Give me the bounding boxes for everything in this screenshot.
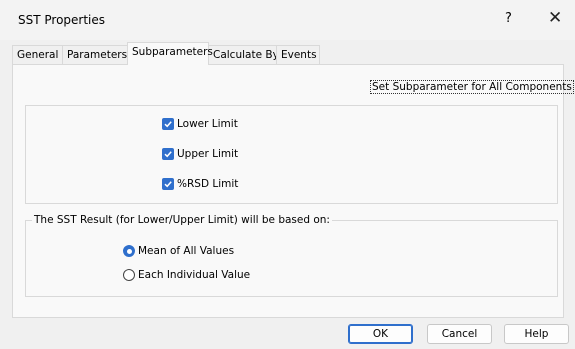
each-individual-value-label: Each Individual Value: [138, 269, 251, 281]
set-all-components-checkbox[interactable]: Set Subparameter for All Components: [370, 80, 575, 94]
each-individual-value-radio[interactable]: Each Individual Value: [123, 269, 250, 281]
ok-button[interactable]: OK: [348, 324, 413, 344]
lower-limit-checkbox[interactable]: Lower Limit: [162, 118, 238, 130]
upper-limit-label: Upper Limit: [177, 148, 239, 160]
sst-result-group: The SST Result (for Lower/Upper Limit) w…: [25, 214, 558, 297]
close-icon[interactable]: ✕: [548, 8, 562, 28]
checkbox-checked-icon: [162, 148, 174, 160]
tab-calculate-by[interactable]: Calculate By: [208, 45, 279, 64]
checkbox-checked-icon: [162, 118, 174, 130]
mean-of-all-values-label: Mean of All Values: [138, 245, 235, 257]
sst-result-group-title: The SST Result (for Lower/Upper Limit) w…: [32, 214, 332, 226]
tab-panel-subparameters: Set Subparameter for All Components Lowe…: [12, 64, 574, 318]
tab-general[interactable]: General: [12, 45, 63, 64]
tab-events[interactable]: Events: [276, 45, 320, 64]
help-button[interactable]: Help: [504, 324, 569, 344]
rsd-limit-label: %RSD Limit: [177, 178, 239, 190]
limits-group: Lower Limit Upper Limit %RSD Limit: [25, 105, 558, 204]
radio-unselected-icon: [123, 269, 135, 281]
tab-subparameters[interactable]: Subparameters: [127, 42, 213, 65]
set-all-components-label: Set Subparameter for All Components: [370, 80, 574, 94]
lower-limit-label: Lower Limit: [177, 118, 238, 130]
dialog-title: SST Properties: [18, 13, 106, 27]
help-icon[interactable]: ?: [505, 11, 512, 26]
title-bar: SST Properties ? ✕: [0, 0, 575, 40]
cancel-button[interactable]: Cancel: [427, 324, 492, 344]
checkbox-checked-icon: [162, 178, 174, 190]
tab-parameters[interactable]: Parameters: [62, 45, 128, 64]
rsd-limit-checkbox[interactable]: %RSD Limit: [162, 178, 238, 190]
mean-of-all-values-radio[interactable]: Mean of All Values: [123, 245, 234, 257]
radio-selected-icon: [123, 245, 135, 257]
upper-limit-checkbox[interactable]: Upper Limit: [162, 148, 238, 160]
